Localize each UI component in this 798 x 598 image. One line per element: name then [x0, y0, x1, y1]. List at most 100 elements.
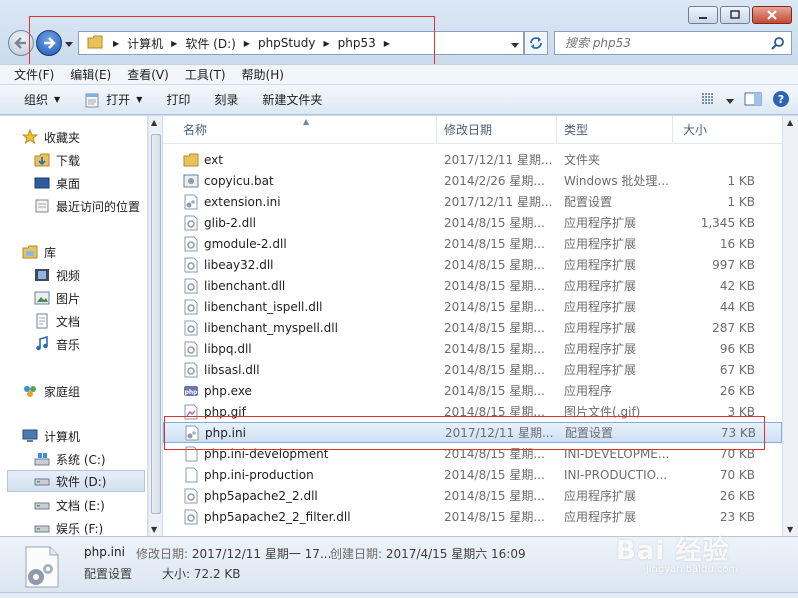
file-row[interactable]: libenchant.dll 2014/8/15 星期... 应用程序扩展 42 KB: [163, 275, 782, 296]
file-row[interactable]: libenchant_ispell.dll 2014/8/15 星期... 应用程序…: [163, 296, 782, 317]
view-controls: ?: [700, 90, 790, 111]
file-list-scrollbar[interactable]: ▲ ▼: [782, 116, 798, 536]
column-headers: ▲ 名称 修改日期 类型 大小: [163, 116, 782, 144]
file-name: libenchant_ispell.dll: [204, 299, 323, 314]
menu-file[interactable]: 文件(F): [14, 65, 54, 84]
file-size-cell: 1,345 KB: [700, 215, 755, 230]
open-label: 打开: [106, 93, 131, 107]
minimize-icon: [699, 17, 707, 19]
burn-button[interactable]: 刻录: [202, 85, 250, 115]
file-row[interactable]: gmodule-2.dll 2014/8/15 星期... 应用程序扩展 16 KB: [163, 233, 782, 254]
file-list: ▲ 名称 修改日期 类型 大小 ext 2017/12/11 星期... 文件夹 co…: [163, 116, 782, 536]
column-header-size[interactable]: 大小: [673, 116, 757, 144]
file-name: libsasl.dll: [204, 362, 260, 377]
address-history-dropdown[interactable]: [511, 38, 519, 52]
scroll-down-icon[interactable]: ▼: [787, 525, 793, 534]
minimize-button[interactable]: [688, 6, 718, 24]
scroll-up-icon[interactable]: ▲: [151, 118, 157, 127]
status-bar: [0, 592, 798, 598]
baidu-watermark: Bai 经验 jingyan.baidu.com: [616, 530, 738, 575]
search-box[interactable]: [554, 31, 792, 55]
file-type: 文件夹: [564, 153, 601, 167]
file-row[interactable]: glib-2.dll 2014/8/15 星期... 应用程序扩展 1,345 KB: [163, 212, 782, 233]
file-row[interactable]: libeay32.dll 2014/8/15 星期... 应用程序扩展 997 KB: [163, 254, 782, 275]
nav-favorites[interactable]: 收藏夹: [22, 126, 168, 148]
open-button[interactable]: 打开 ▼: [72, 85, 154, 115]
maximize-icon: [730, 10, 740, 19]
scroll-up-icon[interactable]: ▲: [787, 118, 793, 127]
print-label: 打印: [166, 93, 191, 107]
search-icon[interactable]: [771, 36, 785, 53]
file-date: 2014/8/15 星期...: [444, 300, 545, 314]
close-button[interactable]: [752, 6, 792, 24]
file-name-cell: glib-2.dll: [163, 215, 437, 231]
file-size-cell: 23 KB: [719, 509, 755, 524]
nav-computer[interactable]: 计算机: [22, 425, 168, 447]
menu-edit[interactable]: 编辑(E): [70, 65, 111, 84]
file-size-cell: 70 KB: [719, 467, 755, 482]
modified-value: 2017/12/11 星期一 17...: [191, 547, 332, 561]
file-row[interactable]: php5apache2_2_filter.dll 2014/8/15 星期... 应…: [163, 506, 782, 527]
file-type: 应用程序扩展: [564, 258, 637, 272]
nav-pane-scrollbar[interactable]: ▲ ▼: [148, 116, 162, 536]
column-header-date[interactable]: 修改日期: [437, 116, 557, 144]
file-row[interactable]: libpq.dll 2014/8/15 星期... 应用程序扩展 96 KB: [163, 338, 782, 359]
organize-button[interactable]: 组织 ▼: [0, 85, 72, 115]
maximize-button[interactable]: [720, 6, 750, 24]
file-row[interactable]: php5apache2_2.dll 2014/8/15 星期... 应用程序扩展 26…: [163, 485, 782, 506]
scroll-down-icon[interactable]: ▼: [151, 525, 157, 534]
nav-drive-d[interactable]: 软件 (D:): [7, 470, 145, 492]
file-name: glib-2.dll: [204, 215, 256, 230]
nav-drive-e-label: 文档 (E:): [56, 498, 105, 513]
computer-icon: [22, 428, 38, 444]
nav-drive-c-label: 系统 (C:): [56, 452, 106, 467]
organize-label: 组织: [24, 93, 49, 107]
file-name: libenchant.dll: [204, 278, 286, 293]
menu-help[interactable]: 帮助(H): [242, 65, 284, 84]
view-options-button[interactable]: [700, 91, 716, 110]
homegroup-icon: [22, 383, 38, 399]
file-row[interactable]: extension.ini 2017/12/11 星期... 配置设置 1 KB: [163, 191, 782, 212]
burn-label: 刻录: [214, 93, 239, 107]
file-type: Windows 批处理...: [564, 174, 669, 188]
drive-icon: [34, 473, 50, 489]
file-row[interactable]: php php.exe 2014/8/15 星期... 应用程序 26 KB: [163, 380, 782, 401]
file-name: ext: [204, 152, 223, 167]
file-size-cell: 67 KB: [719, 362, 755, 377]
file-row[interactable]: libsasl.dll 2014/8/15 星期... 应用程序扩展 67 KB: [163, 359, 782, 380]
column-header-type[interactable]: 类型: [557, 116, 673, 144]
created-label: 创建日期:: [330, 547, 383, 561]
close-icon: [767, 10, 777, 20]
nav-drive-d-label: 软件 (D:): [56, 474, 107, 489]
file-name-cell: extension.ini: [163, 194, 437, 210]
nav-videos-label: 视频: [56, 268, 81, 283]
svg-text:?: ?: [778, 93, 784, 106]
help-button[interactable]: ?: [772, 90, 790, 111]
batch-file-icon: [183, 173, 199, 189]
nav-homegroup[interactable]: 家庭组: [22, 380, 168, 402]
nav-pictures-label: 图片: [56, 291, 81, 306]
file-row[interactable]: libenchant_myspell.dll 2014/8/15 星期... 应用程…: [163, 317, 782, 338]
search-input[interactable]: [555, 32, 755, 54]
file-date: 2014/8/15 星期...: [444, 489, 545, 503]
dll-file-icon: [183, 215, 199, 231]
column-header-name[interactable]: ▲ 名称: [163, 116, 437, 144]
print-button[interactable]: 打印: [154, 85, 202, 115]
file-row[interactable]: copyicu.bat 2014/2/26 星期... Windows 批处理...…: [163, 170, 782, 191]
file-rows: ext 2017/12/11 星期... 文件夹 copyicu.bat 2014/2/…: [163, 149, 782, 527]
file-name-cell: php5apache2_2.dll: [163, 488, 437, 504]
file-row[interactable]: ext 2017/12/11 星期... 文件夹: [163, 149, 782, 170]
created-value: 2017/4/15 星期六 16:09: [385, 547, 526, 561]
new-folder-button[interactable]: 新建文件夹: [250, 85, 334, 115]
menu-view[interactable]: 查看(V): [127, 65, 169, 84]
nav-libraries[interactable]: 库: [22, 241, 168, 263]
file-type: 应用程序扩展: [564, 279, 637, 293]
view-options-dropdown[interactable]: [726, 94, 734, 108]
file-row[interactable]: php.ini-production 2014/8/15 星期... INI-PRO…: [163, 464, 782, 485]
menu-tools[interactable]: 工具(T): [185, 65, 226, 84]
file-type: 应用程序扩展: [564, 237, 637, 251]
refresh-button[interactable]: [524, 31, 548, 55]
preview-pane-button[interactable]: [744, 91, 762, 110]
nav-desktop-label: 桌面: [56, 176, 81, 191]
scrollbar-thumb[interactable]: [151, 134, 161, 514]
